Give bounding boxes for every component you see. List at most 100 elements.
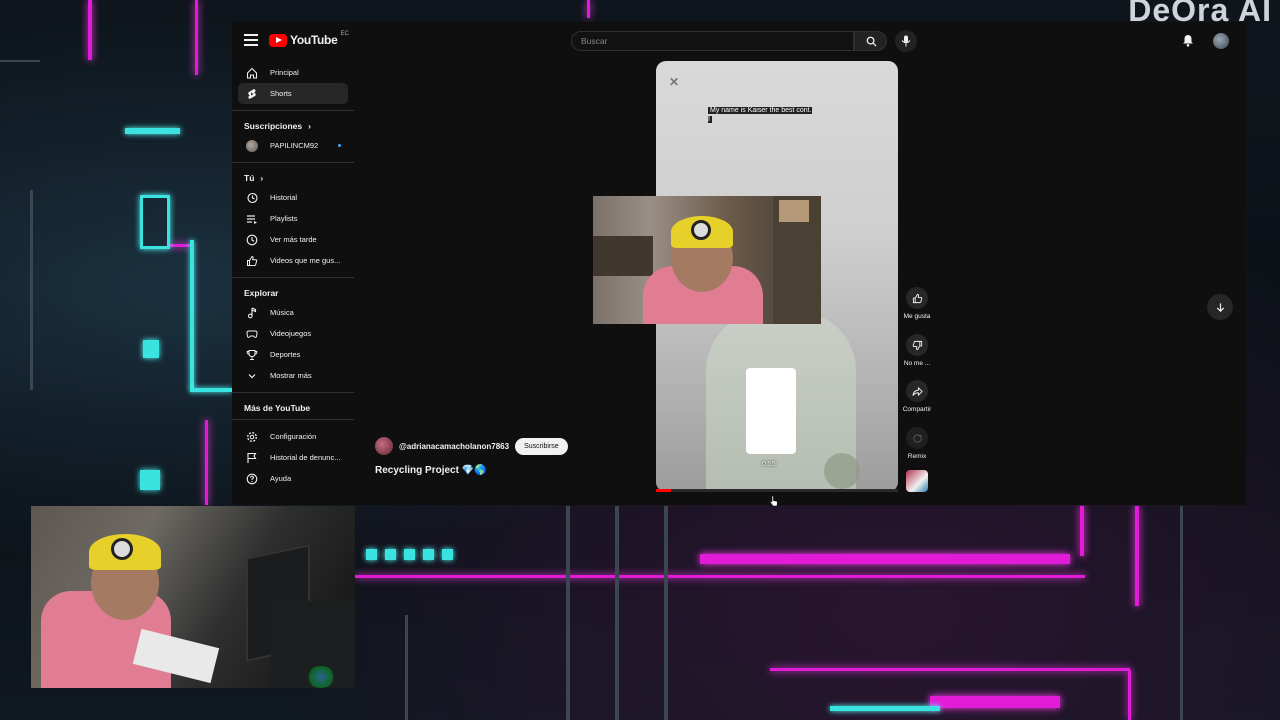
chevron-right-icon: › [308, 121, 311, 131]
thumbs-down-icon [912, 340, 922, 350]
circuit-line [195, 0, 198, 75]
circuit-line [205, 420, 208, 505]
subscribe-button[interactable]: Suscribirse [515, 437, 568, 455]
new-content-dot [338, 144, 341, 147]
more-youtube-title: Más de YouTube [244, 403, 311, 413]
sidebar-item-shorts[interactable]: Shorts [238, 83, 348, 104]
sidebar-item-label: Deportes [270, 350, 301, 359]
sidebar-item-label: Principal [270, 68, 299, 77]
shirt-logo [824, 453, 860, 489]
search-input[interactable]: Buscar [571, 31, 854, 51]
notifications-bell-icon[interactable] [1182, 34, 1194, 47]
dislike-button[interactable]: No me ... [900, 334, 934, 367]
sidebar-item-label: Ver más tarde [270, 235, 317, 244]
gear-icon [245, 430, 258, 443]
sidebar-item-label: Playlists [270, 214, 298, 223]
circuit-line [1180, 506, 1183, 720]
sidebar-item-label: Historial [270, 193, 298, 202]
divider [232, 277, 354, 278]
webcam-overlay-side [31, 506, 355, 688]
circuit-line [770, 668, 1130, 671]
flag-icon [245, 451, 258, 464]
search-placeholder: Buscar [581, 36, 608, 46]
more-youtube-header: Más de YouTube [244, 403, 354, 413]
hat-goggle [111, 538, 133, 560]
capcut-icon: ✕ [669, 75, 680, 89]
you-title: Tú [244, 173, 255, 183]
account-avatar[interactable] [1213, 33, 1229, 49]
channel-avatar-icon [245, 139, 258, 152]
circuit-line [405, 615, 408, 720]
share-label: Compartir [902, 406, 932, 413]
arrow-down-icon [1216, 302, 1224, 312]
sidebar-item-gaming[interactable]: Videojuegos [238, 323, 348, 344]
channel-avatar[interactable] [375, 437, 393, 455]
sidebar-item-music[interactable]: Música [238, 302, 348, 323]
history-icon [245, 191, 258, 204]
sidebar: Principal Shorts Suscripciones › PAPILIN… [232, 62, 354, 489]
divider [232, 110, 354, 111]
circuit-glyph [143, 340, 159, 358]
next-short-button[interactable] [1207, 294, 1233, 320]
circuit-line [700, 554, 1070, 564]
subscriptions-title: Suscripciones [244, 121, 303, 131]
sidebar-item-label: Mostrar más [270, 371, 312, 380]
share-button[interactable]: Compartir [900, 380, 934, 413]
sidebar-item-report-history[interactable]: Historial de denunc... [238, 447, 348, 468]
search-icon [866, 36, 877, 47]
youtube-play-icon [269, 33, 287, 47]
like-button[interactable]: Me gusta [900, 287, 934, 320]
sidebar-item-show-more[interactable]: Mostrar más [238, 365, 348, 386]
circuit-line [1128, 670, 1131, 720]
channel-info: @adrianacamacholanon7863 Suscribirse [375, 437, 568, 455]
divider [232, 392, 354, 393]
thumbs-up-icon [912, 293, 922, 303]
masthead: YouTube EC Buscar [232, 22, 1246, 62]
menu-icon[interactable] [244, 34, 258, 46]
sidebar-item-label: Shorts [270, 89, 292, 98]
voice-search-button[interactable] [895, 30, 917, 52]
logo-text: YouTube [290, 33, 338, 47]
circuit-line [88, 0, 92, 60]
circuit-square [366, 549, 377, 560]
chevron-down-icon [245, 369, 258, 382]
circuit-line [355, 575, 1085, 578]
remix-button[interactable]: Remix [900, 427, 934, 460]
circuit-square [442, 549, 453, 560]
sidebar-item-historial[interactable]: Historial [238, 187, 348, 208]
circuit-line [566, 506, 570, 720]
sidebar-item-settings[interactable]: Configuración [238, 426, 348, 447]
channel-name[interactable]: @adrianacamacholanon7863 [399, 442, 509, 451]
youtube-logo[interactable]: YouTube EC [269, 31, 349, 47]
sidebar-item-sports[interactable]: Deportes [238, 344, 348, 365]
sidebar-item-principal[interactable]: Principal [238, 62, 348, 83]
sidebar-item-help[interactable]: Ayuda [238, 468, 348, 489]
trophy-icon [245, 348, 258, 361]
like-label: Me gusta [903, 313, 931, 320]
mic-icon [901, 35, 911, 47]
help-icon [245, 472, 258, 485]
search-button[interactable] [854, 31, 887, 51]
circuit-square [423, 549, 434, 560]
remix-icon [912, 433, 922, 443]
sidebar-item-playlists[interactable]: Playlists [238, 208, 348, 229]
share-icon [911, 386, 923, 396]
circuit-line [1135, 506, 1139, 606]
circuit-line [587, 0, 590, 18]
sidebar-item-label: PAPILINCM92 [270, 141, 319, 150]
progress-fill [656, 489, 671, 492]
sidebar-item-watch-later[interactable]: Ver más tarde [238, 229, 348, 250]
you-header[interactable]: Tú › [244, 173, 354, 183]
video-progress-bar[interactable] [656, 489, 898, 492]
remix-label: Remix [907, 453, 927, 460]
video-title[interactable]: Recycling Project 💎🌎 [375, 465, 487, 476]
sidebar-item-subscription[interactable]: PAPILINCM92 [238, 135, 348, 156]
subscriptions-header[interactable]: Suscripciones › [244, 121, 354, 131]
shorts-icon [245, 87, 258, 100]
mouse-cursor-icon [769, 495, 778, 507]
circuit-line [190, 240, 194, 390]
circuit-line [830, 706, 940, 711]
sidebar-item-liked-videos[interactable]: Videos que me gus... [238, 250, 348, 271]
sidebar-item-label: Música [270, 308, 294, 317]
audio-thumbnail[interactable] [906, 470, 928, 492]
